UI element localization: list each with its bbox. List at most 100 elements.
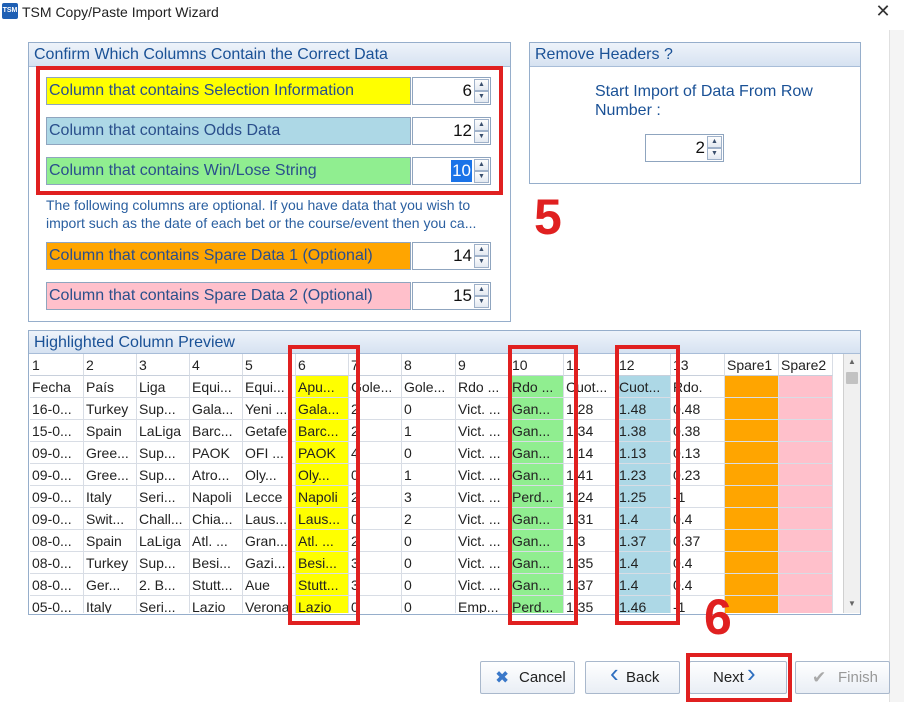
- next-button[interactable]: Next ›: [689, 660, 787, 694]
- grid-cell: [779, 596, 833, 613]
- grid-column-header[interactable]: 8: [402, 354, 456, 376]
- grid-column-header[interactable]: 10: [510, 354, 564, 376]
- grid-column-header[interactable]: 9: [456, 354, 510, 376]
- remove-headers-panel-title: Remove Headers ?: [530, 43, 860, 67]
- finish-icon: ✔: [812, 668, 827, 687]
- grid-cell: Sup...: [137, 552, 190, 574]
- grid-cell: Gan...: [510, 530, 564, 552]
- cancel-button-label: Cancel: [519, 669, 566, 686]
- grid-cell: Italy: [84, 596, 137, 613]
- spare1-column-spinner[interactable]: 14 ▲ ▼: [412, 242, 491, 270]
- odds-column-spinner[interactable]: 12 ▲ ▼: [412, 117, 491, 145]
- grid-cell: Vict. ...: [456, 486, 510, 508]
- grid-cell: 0: [402, 398, 456, 420]
- grid-cell: Vict. ...: [456, 530, 510, 552]
- grid-cell: 1.46: [617, 596, 671, 613]
- start-row-instruction: Start Import of Data From Row Number :: [595, 83, 813, 119]
- grid-cell: 2: [402, 508, 456, 530]
- preview-grid-scrollbar[interactable]: ▲ ▼: [843, 354, 860, 613]
- annotation-number-5: 5: [534, 189, 562, 245]
- cancel-button[interactable]: ✖ Cancel: [480, 661, 575, 694]
- grid-column-header[interactable]: 1: [30, 354, 84, 376]
- spin-up-icon[interactable]: ▲: [474, 79, 489, 91]
- grid-cell: Spain: [84, 530, 137, 552]
- grid-column-header[interactable]: 5: [243, 354, 296, 376]
- grid-cell: 1.31: [564, 508, 617, 530]
- grid-cell: Vict. ...: [456, 552, 510, 574]
- grid-cell: 3: [349, 574, 402, 596]
- spin-down-icon[interactable]: ▼: [474, 131, 489, 143]
- grid-cell: Sup...: [137, 442, 190, 464]
- grid-column-header[interactable]: 7: [349, 354, 402, 376]
- grid-column-header[interactable]: 11: [564, 354, 617, 376]
- spare2-column-spinner[interactable]: 15 ▲ ▼: [412, 282, 491, 310]
- grid-cell: 1.38: [617, 420, 671, 442]
- grid-column-header[interactable]: 3: [137, 354, 190, 376]
- grid-cell: Rdo.: [671, 376, 725, 398]
- grid-cell: Chall...: [137, 508, 190, 530]
- grid-cell: 1.34: [564, 420, 617, 442]
- spin-up-icon[interactable]: ▲: [474, 159, 489, 171]
- grid-column-header[interactable]: 4: [190, 354, 243, 376]
- grid-column-header[interactable]: 2: [84, 354, 137, 376]
- spare1-column-value[interactable]: 14: [453, 245, 472, 267]
- spin-up-icon[interactable]: ▲: [474, 284, 489, 296]
- odds-column-value[interactable]: 12: [453, 120, 472, 142]
- grid-cell: [779, 574, 833, 596]
- scroll-thumb[interactable]: [846, 372, 858, 384]
- grid-cell: Laus...: [296, 508, 349, 530]
- grid-cell: Aue: [243, 574, 296, 596]
- spin-up-icon[interactable]: ▲: [474, 244, 489, 256]
- spin-down-icon[interactable]: ▼: [474, 91, 489, 103]
- spare2-column-value[interactable]: 15: [453, 285, 472, 307]
- next-button-label: Next: [713, 669, 744, 686]
- finish-button[interactable]: ✔ Finish: [795, 661, 890, 694]
- spin-down-icon[interactable]: ▼: [474, 171, 489, 183]
- grid-cell: Vict. ...: [456, 464, 510, 486]
- back-button[interactable]: ‹ Back: [585, 660, 680, 694]
- spare1-column-row: Column that contains Spare Data 1 (Optio…: [46, 242, 491, 270]
- grid-cell: [725, 508, 779, 530]
- grid-cell: 2: [349, 530, 402, 552]
- window-scrollbar[interactable]: [889, 30, 904, 702]
- start-row-value[interactable]: 2: [696, 137, 705, 159]
- grid-cell: 15-0...: [30, 420, 84, 442]
- winlose-column-spinner[interactable]: 10 ▲ ▼: [412, 157, 491, 185]
- grid-cell: 1.28: [564, 398, 617, 420]
- grid-cell: 1.35: [564, 552, 617, 574]
- grid-cell: [779, 486, 833, 508]
- spin-down-icon[interactable]: ▼: [474, 296, 489, 308]
- grid-column-header[interactable]: 13: [671, 354, 725, 376]
- selection-column-row: Column that contains Selection Informati…: [46, 77, 491, 105]
- grid-cell: Gole...: [349, 376, 402, 398]
- scroll-up-icon[interactable]: ▲: [844, 354, 860, 370]
- grid-cell: Laus...: [243, 508, 296, 530]
- grid-cell: PAOK: [190, 442, 243, 464]
- spin-up-icon[interactable]: ▲: [474, 119, 489, 131]
- grid-cell: Napoli: [296, 486, 349, 508]
- grid-column-header[interactable]: Spare2: [779, 354, 833, 376]
- grid-cell: 1.48: [617, 398, 671, 420]
- preview-grid[interactable]: 1 2 3 4 5 6 7 8 9 10 11 12 13 Spare1 Spare2 Fecha País Li…: [30, 354, 843, 613]
- winlose-column-value[interactable]: 10: [451, 160, 472, 182]
- grid-cell: -1: [671, 486, 725, 508]
- selection-column-value[interactable]: 6: [463, 80, 472, 102]
- grid-cell: 1.41: [564, 464, 617, 486]
- grid-cell: Perd...: [510, 486, 564, 508]
- grid-cell: 0.23: [671, 464, 725, 486]
- scroll-down-icon[interactable]: ▼: [844, 596, 860, 612]
- grid-cell: Napoli: [190, 486, 243, 508]
- grid-cell: 2. B...: [137, 574, 190, 596]
- close-icon[interactable]: ✕: [873, 0, 893, 22]
- grid-cell: [725, 464, 779, 486]
- spin-down-icon[interactable]: ▼: [474, 256, 489, 268]
- grid-column-header[interactable]: 12: [617, 354, 671, 376]
- grid-cell: 0.4: [671, 552, 725, 574]
- grid-cell: 0: [402, 574, 456, 596]
- spin-up-icon[interactable]: ▲: [707, 136, 722, 148]
- spin-down-icon[interactable]: ▼: [707, 148, 722, 160]
- grid-column-header[interactable]: 6: [296, 354, 349, 376]
- selection-column-spinner[interactable]: 6 ▲ ▼: [412, 77, 491, 105]
- start-row-spinner[interactable]: 2 ▲ ▼: [645, 134, 724, 162]
- grid-column-header[interactable]: Spare1: [725, 354, 779, 376]
